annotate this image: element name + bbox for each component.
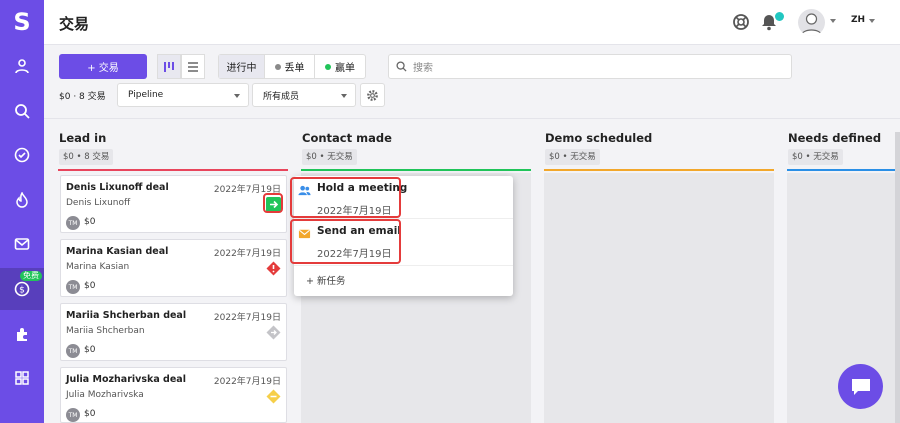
owner-avatar: TM [66, 344, 80, 358]
deal-value: $0 [84, 409, 96, 419]
column-summary: $0 • 无交易 [545, 149, 600, 165]
column-summary: $0 • 无交易 [302, 149, 357, 165]
deal-title: Julia Mozharivska deal [66, 374, 186, 385]
column-divider [58, 169, 288, 171]
lang-chevron-down-icon[interactable] [869, 19, 875, 23]
list-icon [188, 61, 198, 72]
lost-dot-icon [274, 63, 281, 70]
list-view-button[interactable] [181, 54, 205, 79]
filter-open[interactable]: 进行中 [219, 55, 265, 78]
deal-date: 2022年7月19日 [213, 313, 281, 323]
pipeline-select[interactable]: Pipeline [117, 83, 249, 107]
sidebar: S $ 免费 [0, 0, 44, 423]
app-logo[interactable]: S [0, 0, 44, 44]
deal-card[interactable]: Marina Kasian deal 2022年7月19日 Marina Kas… [60, 239, 287, 297]
column-title-lead-in: Lead in [59, 131, 107, 145]
mail-icon[interactable] [0, 223, 44, 265]
won-dot-icon [325, 63, 331, 70]
notification-dot [775, 12, 784, 21]
deal-date: 2022年7月19日 [213, 377, 281, 387]
deal-date: 2022年7月19日 [213, 249, 281, 259]
status-filter: 进行中 丢单 赢单 [218, 54, 366, 79]
deal-title: Mariia Shcherban deal [66, 310, 187, 321]
yellow-diamond-icon[interactable] [266, 389, 281, 404]
svg-text:$: $ [19, 286, 25, 296]
column-divider [544, 169, 774, 171]
new-task-button[interactable]: + 新任务 [306, 273, 345, 287]
deal-value: $0 [84, 217, 96, 227]
kanban-view-button[interactable] [157, 54, 181, 79]
column-divider [301, 169, 531, 171]
diamond-icon[interactable] [266, 325, 281, 340]
dashboard-icon[interactable] [0, 357, 44, 399]
filter-won[interactable]: 赢单 [315, 55, 365, 78]
deal-card[interactable]: Mariia Shcherban deal 2022年7月19日 Mariia … [60, 303, 287, 361]
warning-icon[interactable] [266, 261, 281, 276]
deal-person: Marina Kasian [66, 262, 130, 272]
avatar[interactable] [798, 9, 825, 36]
search-icon[interactable] [0, 90, 44, 132]
topbar: 交易 ZH [44, 0, 900, 45]
column-title-needs-defined: Needs defined [788, 131, 882, 145]
deal-person: Julia Mozharivska [66, 390, 144, 400]
page-title: 交易 [59, 15, 90, 33]
deal-person: Mariia Shcherban [66, 326, 145, 336]
apps-icon[interactable] [0, 313, 44, 355]
deal-value: $0 [84, 281, 96, 291]
deal-summary: $0 · 8 交易 [59, 92, 106, 102]
column-body [544, 173, 774, 423]
help-icon[interactable] [732, 13, 750, 31]
column-divider [787, 169, 895, 171]
deal-title: Marina Kasian deal [66, 246, 169, 257]
highlight-box [290, 177, 401, 218]
add-deal-button[interactable]: + 交易 [59, 54, 147, 79]
contacts-icon[interactable] [0, 45, 44, 87]
avatar-chevron-down-icon[interactable] [830, 19, 836, 23]
column-title-contact-made: Contact made [302, 131, 392, 145]
filter-lost[interactable]: 丢单 [265, 55, 315, 78]
owner-avatar: TM [66, 408, 80, 422]
free-badge: 免费 [20, 271, 42, 281]
highlight-box [290, 219, 401, 264]
members-select[interactable]: 所有成员 [252, 83, 356, 107]
deal-person: Denis Lixunoff [66, 198, 131, 208]
column-summary: $0 • 8 交易 [59, 149, 114, 165]
funnel-icon[interactable] [0, 179, 44, 221]
language-switch[interactable]: ZH [851, 15, 865, 25]
chat-icon [851, 378, 870, 395]
scrollbar[interactable] [895, 132, 900, 423]
chevron-down-icon [234, 94, 240, 98]
highlight-box [263, 193, 283, 213]
kanban-icon [164, 61, 174, 72]
search-input[interactable]: 搜索 [388, 54, 792, 79]
deal-card[interactable]: Julia Mozharivska deal 2022年7月19日 Julia … [60, 367, 287, 423]
deal-card[interactable]: Denis Lixunoff deal 2022年7月19日 Denis Lix… [60, 175, 287, 233]
chevron-down-icon [341, 94, 347, 98]
search-field-icon [396, 61, 407, 72]
chat-button[interactable] [838, 364, 883, 409]
owner-avatar: TM [66, 216, 80, 230]
tasks-icon[interactable] [0, 134, 44, 176]
column-title-demo-scheduled: Demo scheduled [545, 131, 653, 145]
deal-title: Denis Lixunoff deal [66, 182, 169, 193]
column-summary: $0 • 无交易 [788, 149, 843, 165]
deal-value: $0 [84, 345, 96, 355]
settings-button[interactable] [360, 83, 385, 107]
gear-icon [367, 89, 378, 101]
owner-avatar: TM [66, 280, 80, 294]
